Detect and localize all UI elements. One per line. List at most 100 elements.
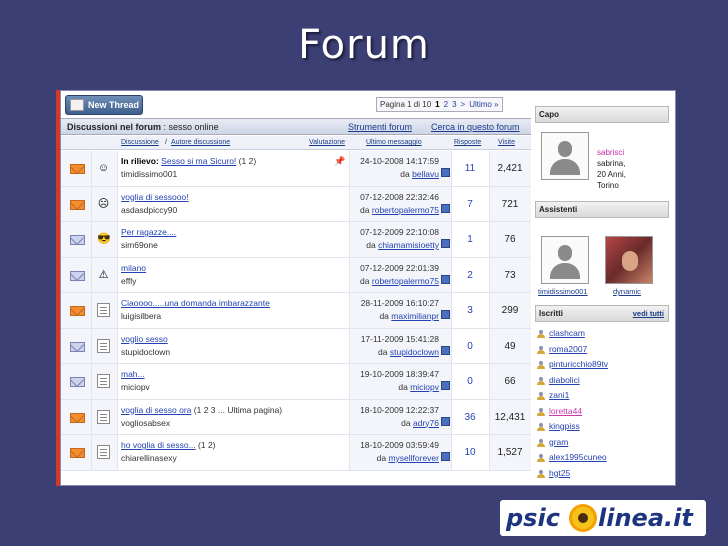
last-poster-link[interactable]: robertopalermo75 <box>372 276 439 286</box>
go-to-last-post-icon[interactable] <box>441 274 450 284</box>
col-autore[interactable]: Autore discussione <box>171 136 230 149</box>
document-icon <box>97 409 110 424</box>
member-item[interactable]: diabolici <box>535 375 669 391</box>
thread-title-link[interactable]: voglio sesso <box>121 334 168 344</box>
forum-tools-link[interactable]: Strumenti forum <box>348 119 412 135</box>
page-last[interactable]: Ultimo » <box>469 100 498 109</box>
member-name[interactable]: roma2007 <box>549 344 587 354</box>
document-icon <box>97 445 110 459</box>
assistant-name-1[interactable]: timidissimo001 <box>538 287 588 296</box>
member-name[interactable]: loretta44 <box>549 406 582 416</box>
go-to-last-post-icon[interactable] <box>441 345 450 355</box>
thread-author[interactable]: miciopv <box>121 382 150 392</box>
go-to-last-post-icon[interactable] <box>441 381 450 390</box>
last-poster-link[interactable]: maximilianpr <box>391 311 439 321</box>
member-item[interactable]: hgt25 <box>535 468 669 484</box>
col-valutazione[interactable]: Valutazione <box>309 136 345 149</box>
views-count: 2,421 <box>497 163 523 174</box>
thread-title-link[interactable]: milano <box>121 263 146 273</box>
last-poster-link[interactable]: mysellforever <box>388 453 439 463</box>
go-to-last-post-icon[interactable] <box>441 416 450 426</box>
col-ultimo-messaggio[interactable]: Ultimo messaggio <box>366 136 422 149</box>
thread-title-link[interactable]: mah... <box>121 369 145 379</box>
document-icon <box>97 374 110 388</box>
assistant-avatar[interactable] <box>541 236 589 284</box>
go-to-last-post-icon[interactable] <box>441 452 450 461</box>
thread-author[interactable]: timidissimo001 <box>121 169 177 179</box>
page-link-2[interactable]: 2 <box>444 100 448 109</box>
replies-count[interactable]: 1 <box>451 234 489 245</box>
replies-count[interactable]: 10 <box>451 447 489 458</box>
thread-author[interactable]: effly <box>121 276 136 286</box>
thread-title-link[interactable]: Sesso si ma Sicuro! <box>161 156 236 166</box>
thread-author[interactable]: sim69one <box>121 240 158 250</box>
replies-count[interactable]: 11 <box>451 163 489 174</box>
last-poster-link[interactable]: stupidoclown <box>390 347 439 357</box>
last-poster-link[interactable]: robertopalermo75 <box>372 205 439 215</box>
member-name[interactable]: pinturicchio89tv <box>549 359 608 369</box>
member-name[interactable]: diabolici <box>549 375 580 385</box>
member-name[interactable]: alex1995cuneo <box>549 452 607 462</box>
replies-count[interactable]: 3 <box>451 305 489 316</box>
assistant-name-2[interactable]: dynamic <box>613 287 641 296</box>
thread-author[interactable]: vogliosabsex <box>121 418 170 428</box>
member-item[interactable]: loretta44 <box>535 406 669 422</box>
replies-count[interactable]: 2 <box>451 270 489 281</box>
by-label: da <box>379 311 389 321</box>
thread-title-link[interactable]: Ciaoooo.....una domanda imbarazzante <box>121 298 270 308</box>
member-name[interactable]: clashcam <box>549 328 585 338</box>
member-name[interactable]: kingpiss <box>549 421 580 431</box>
replies-count[interactable]: 36 <box>451 412 489 423</box>
new-thread-button[interactable]: New Thread <box>65 95 143 115</box>
go-to-last-post-icon[interactable] <box>441 203 450 213</box>
page-link-3[interactable]: 3 <box>452 100 456 109</box>
col-discussione[interactable]: Discussione <box>121 136 159 149</box>
last-poster-link[interactable]: bellavu <box>412 169 439 179</box>
member-name[interactable]: hgt25 <box>549 468 570 478</box>
assistant-photo[interactable] <box>605 236 653 284</box>
thread-author[interactable]: asdasdpiccy90 <box>121 205 177 215</box>
last-poster-link[interactable]: chiamamisioetty <box>378 240 439 250</box>
last-poster-link[interactable]: adry76 <box>413 418 439 428</box>
iscritti-title: Iscritti <box>539 309 564 318</box>
member-item[interactable]: clashcam <box>535 328 669 344</box>
last-post-author: da stupidoclown <box>353 347 439 357</box>
last-poster-link[interactable]: miciopv <box>410 382 439 392</box>
replies-count[interactable]: 0 <box>451 376 489 387</box>
thread-row: Ciaoooo.....una domanda imbarazzante luig… <box>61 293 531 329</box>
member-item[interactable]: roma2007 <box>535 344 669 360</box>
replies-count[interactable]: 0 <box>451 341 489 352</box>
thread-title-link[interactable]: ho voglia di sesso... <box>121 440 196 450</box>
member-item[interactable]: gram <box>535 437 669 453</box>
thread-title-link[interactable]: voglia di sesso ora <box>121 405 191 415</box>
member-name[interactable]: gram <box>549 437 568 447</box>
envelope-icon <box>70 270 85 281</box>
replies-count[interactable]: 7 <box>451 199 489 210</box>
member-name[interactable]: zani1 <box>549 390 569 400</box>
thread-pages[interactable]: (1 2) <box>239 156 256 166</box>
member-item[interactable]: alex1995cuneo <box>535 452 669 468</box>
view-all-link[interactable]: vedi tutti <box>633 306 664 321</box>
thread-title-link[interactable]: voglia di sessooo! <box>121 192 189 202</box>
capo-username[interactable]: sabrisci <box>597 147 626 158</box>
member-item[interactable]: pinturicchio89tv <box>535 359 669 375</box>
thread-author[interactable]: stupidoclown <box>121 347 170 357</box>
thread-author[interactable]: luigisilbera <box>121 311 161 321</box>
go-to-last-post-icon[interactable] <box>441 168 450 177</box>
col-risposte[interactable]: Risposte <box>454 136 481 149</box>
last-post-author: da robertopalermo75 <box>353 276 439 286</box>
capo-avatar[interactable] <box>541 132 589 180</box>
thread-title-line: voglia di sessooo! <box>121 192 189 202</box>
go-to-last-post-icon[interactable] <box>441 239 450 248</box>
member-item[interactable]: zani1 <box>535 390 669 406</box>
thread-title-link[interactable]: Per ragazze.... <box>121 227 176 237</box>
last-post-date: 18-10-2009 03:59:49 <box>360 440 439 450</box>
member-item[interactable]: kingpiss <box>535 421 669 437</box>
thread-author[interactable]: chiarellinasexy <box>121 453 177 463</box>
thread-pages[interactable]: (1 2) <box>198 440 215 450</box>
forum-search-link[interactable]: Cerca in questo forum <box>431 119 520 135</box>
page-next[interactable]: > <box>461 100 466 109</box>
thread-pages[interactable]: (1 2 3 ... Ultima pagina) <box>194 405 282 415</box>
col-visite[interactable]: Visite <box>498 136 515 149</box>
go-to-last-post-icon[interactable] <box>441 310 450 319</box>
